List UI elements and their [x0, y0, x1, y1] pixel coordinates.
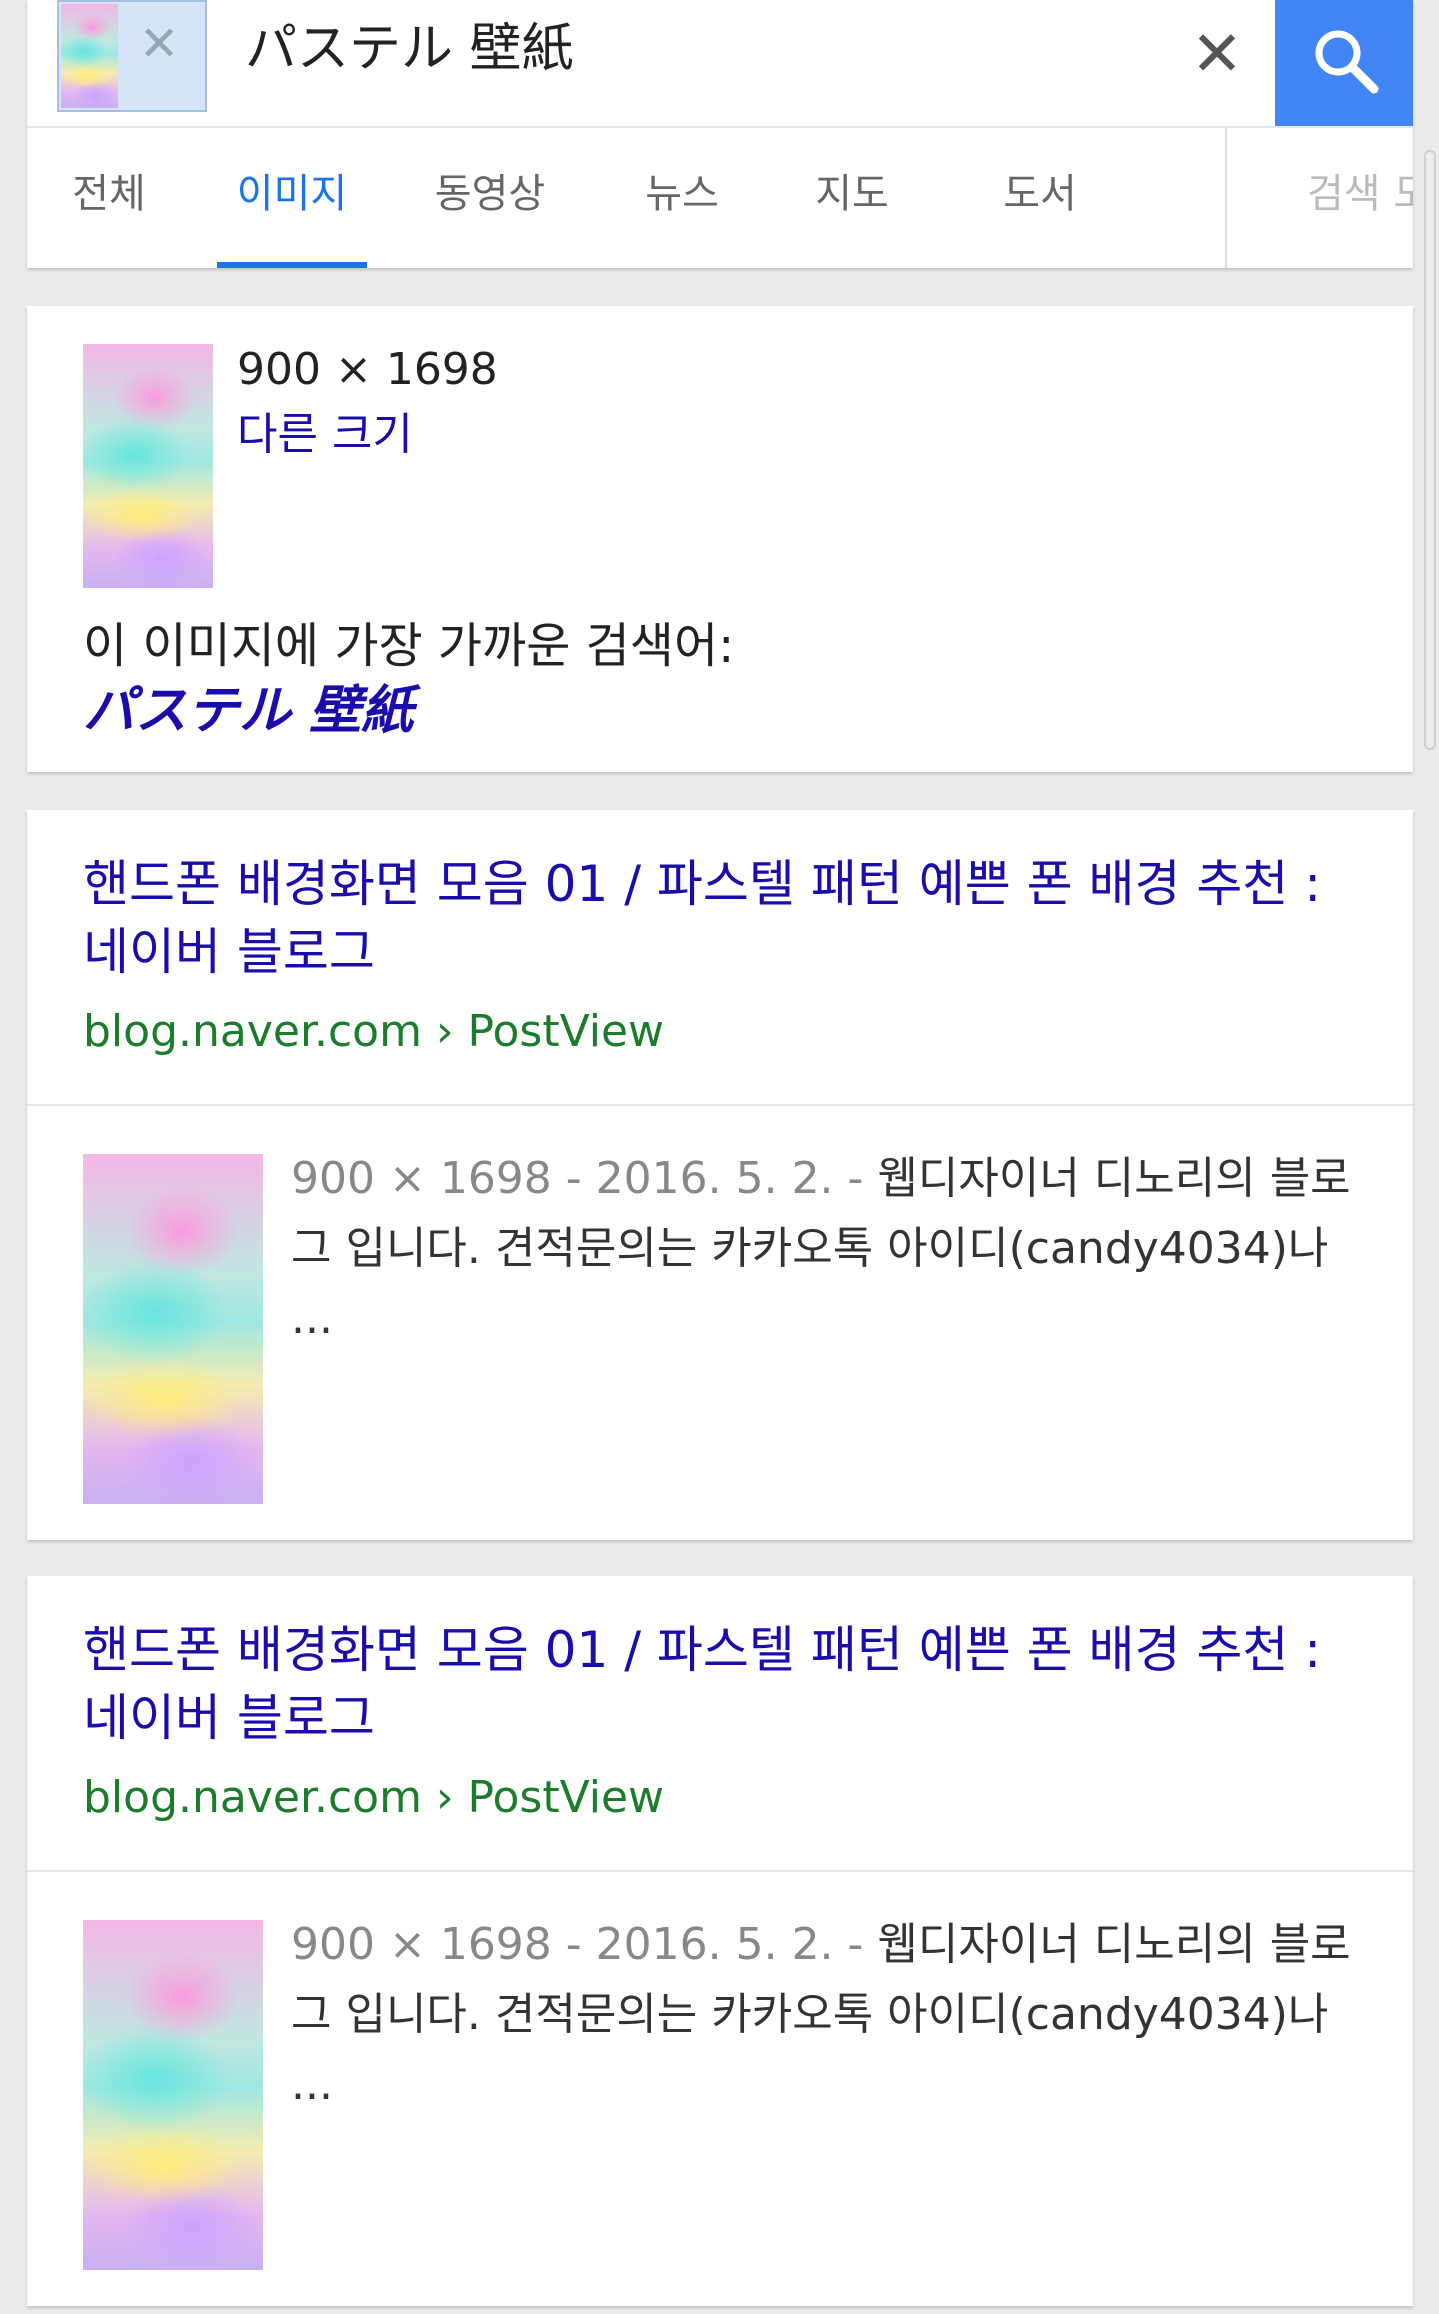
image-dimensions: 900 × 1698 [237, 344, 498, 395]
result-meta: 900 × 1698 - 2016. 5. 2. - [291, 1919, 878, 1970]
search-image-thumbnail [61, 4, 118, 108]
tab-maps[interactable]: 지도 [787, 128, 917, 268]
tab-all[interactable]: 전체 [39, 128, 179, 268]
tab-books[interactable]: 도서 [975, 128, 1105, 268]
tab-news[interactable]: 뉴스 [617, 128, 747, 268]
clear-search-button[interactable]: ✕ [1177, 14, 1257, 94]
search-image-chip[interactable]: ✕ [57, 0, 207, 112]
result-title-link[interactable]: 핸드폰 배경화면 모음 01 / 파스텔 패턴 예쁜 폰 배경 추천 : 네이버… [83, 850, 1373, 986]
result-card: 핸드폰 배경화면 모음 01 / 파스텔 패턴 예쁜 폰 배경 추천 : 네이버… [27, 1576, 1413, 2306]
search-icon [1315, 30, 1379, 94]
image-thumbnail[interactable] [83, 344, 213, 588]
scroll-indicator[interactable] [1424, 150, 1436, 750]
divider [27, 1104, 1413, 1106]
result-url[interactable]: blog.naver.com › PostView [83, 1006, 664, 1057]
search-tabs: 전체 이미지 동영상 뉴스 지도 도서 검색 도 [27, 126, 1413, 268]
result-card: 핸드폰 배경화면 모음 01 / 파스텔 패턴 예쁜 폰 배경 추천 : 네이버… [27, 810, 1413, 1540]
tab-images[interactable]: 이미지 [217, 128, 367, 268]
tab-divider [1225, 128, 1227, 268]
divider [27, 1870, 1413, 1872]
result-meta: 900 × 1698 - 2016. 5. 2. - [291, 1153, 878, 1204]
result-url[interactable]: blog.naver.com › PostView [83, 1772, 664, 1823]
search-button[interactable] [1275, 0, 1413, 126]
related-search-link[interactable]: パステル 壁紙 [83, 668, 413, 743]
result-image[interactable] [83, 1154, 263, 1504]
search-header: ✕ パステル 壁紙 ✕ 전체 이미지 동영상 뉴스 지도 도서 검색 도 [27, 0, 1413, 268]
related-search-label: 이 이미지에 가장 가까운 검색어: [83, 618, 735, 674]
result-snippet: 900 × 1698 - 2016. 5. 2. - 웹디자이너 디노리의 블로… [291, 1144, 1371, 1354]
result-image[interactable] [83, 1920, 263, 2270]
result-snippet: 900 × 1698 - 2016. 5. 2. - 웹디자이너 디노리의 블로… [291, 1910, 1371, 2120]
tab-search-tools[interactable]: 검색 도 [1307, 128, 1413, 268]
result-title-link[interactable]: 핸드폰 배경화면 모음 01 / 파스텔 패턴 예쁜 폰 배경 추천 : 네이버… [83, 1616, 1373, 1752]
remove-image-icon[interactable]: ✕ [139, 20, 179, 68]
search-input[interactable]: パステル 壁紙 [245, 18, 574, 80]
other-sizes-link[interactable]: 다른 크기 [237, 398, 413, 462]
tab-videos[interactable]: 동영상 [405, 128, 575, 268]
image-info-card: 900 × 1698 다른 크기 이 이미지에 가장 가까운 검색어: パステル… [27, 306, 1413, 772]
